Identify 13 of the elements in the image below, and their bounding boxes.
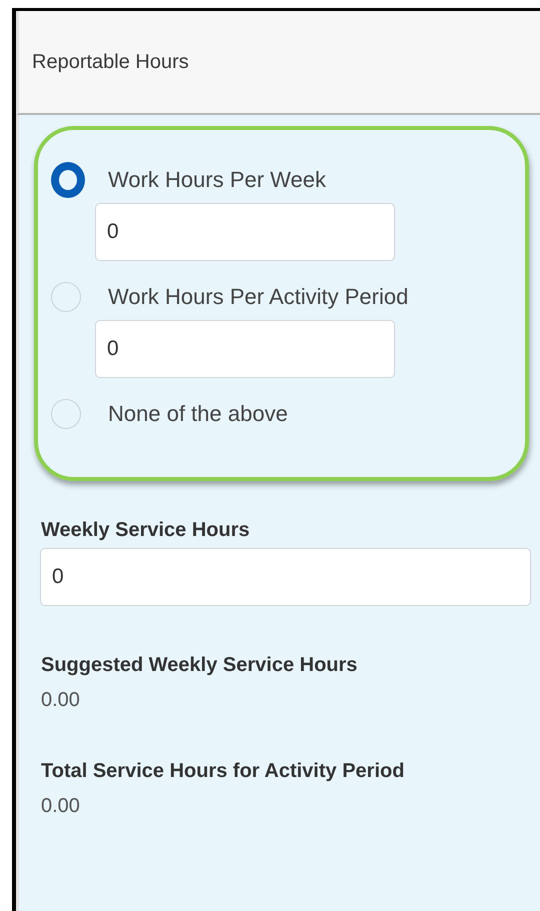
- field-value: 0.00: [41, 689, 81, 712]
- section-title: Reportable Hours: [32, 50, 189, 74]
- option-label: Work Hours Per Week: [108, 167, 326, 193]
- option-label: None of the above: [108, 401, 288, 427]
- radio-button[interactable]: [51, 162, 85, 198]
- input-field[interactable]: 0: [95, 203, 395, 261]
- field-label: Suggested Weekly Service Hours: [41, 654, 358, 677]
- field-label: Weekly Service Hours: [41, 519, 251, 542]
- input-field[interactable]: 0: [40, 548, 531, 606]
- field-label: Total Service Hours for Activity Period: [41, 760, 406, 783]
- field-value: 0.00: [41, 795, 81, 818]
- input-field[interactable]: 0: [95, 320, 395, 378]
- option-label: Work Hours Per Activity Period: [108, 284, 408, 310]
